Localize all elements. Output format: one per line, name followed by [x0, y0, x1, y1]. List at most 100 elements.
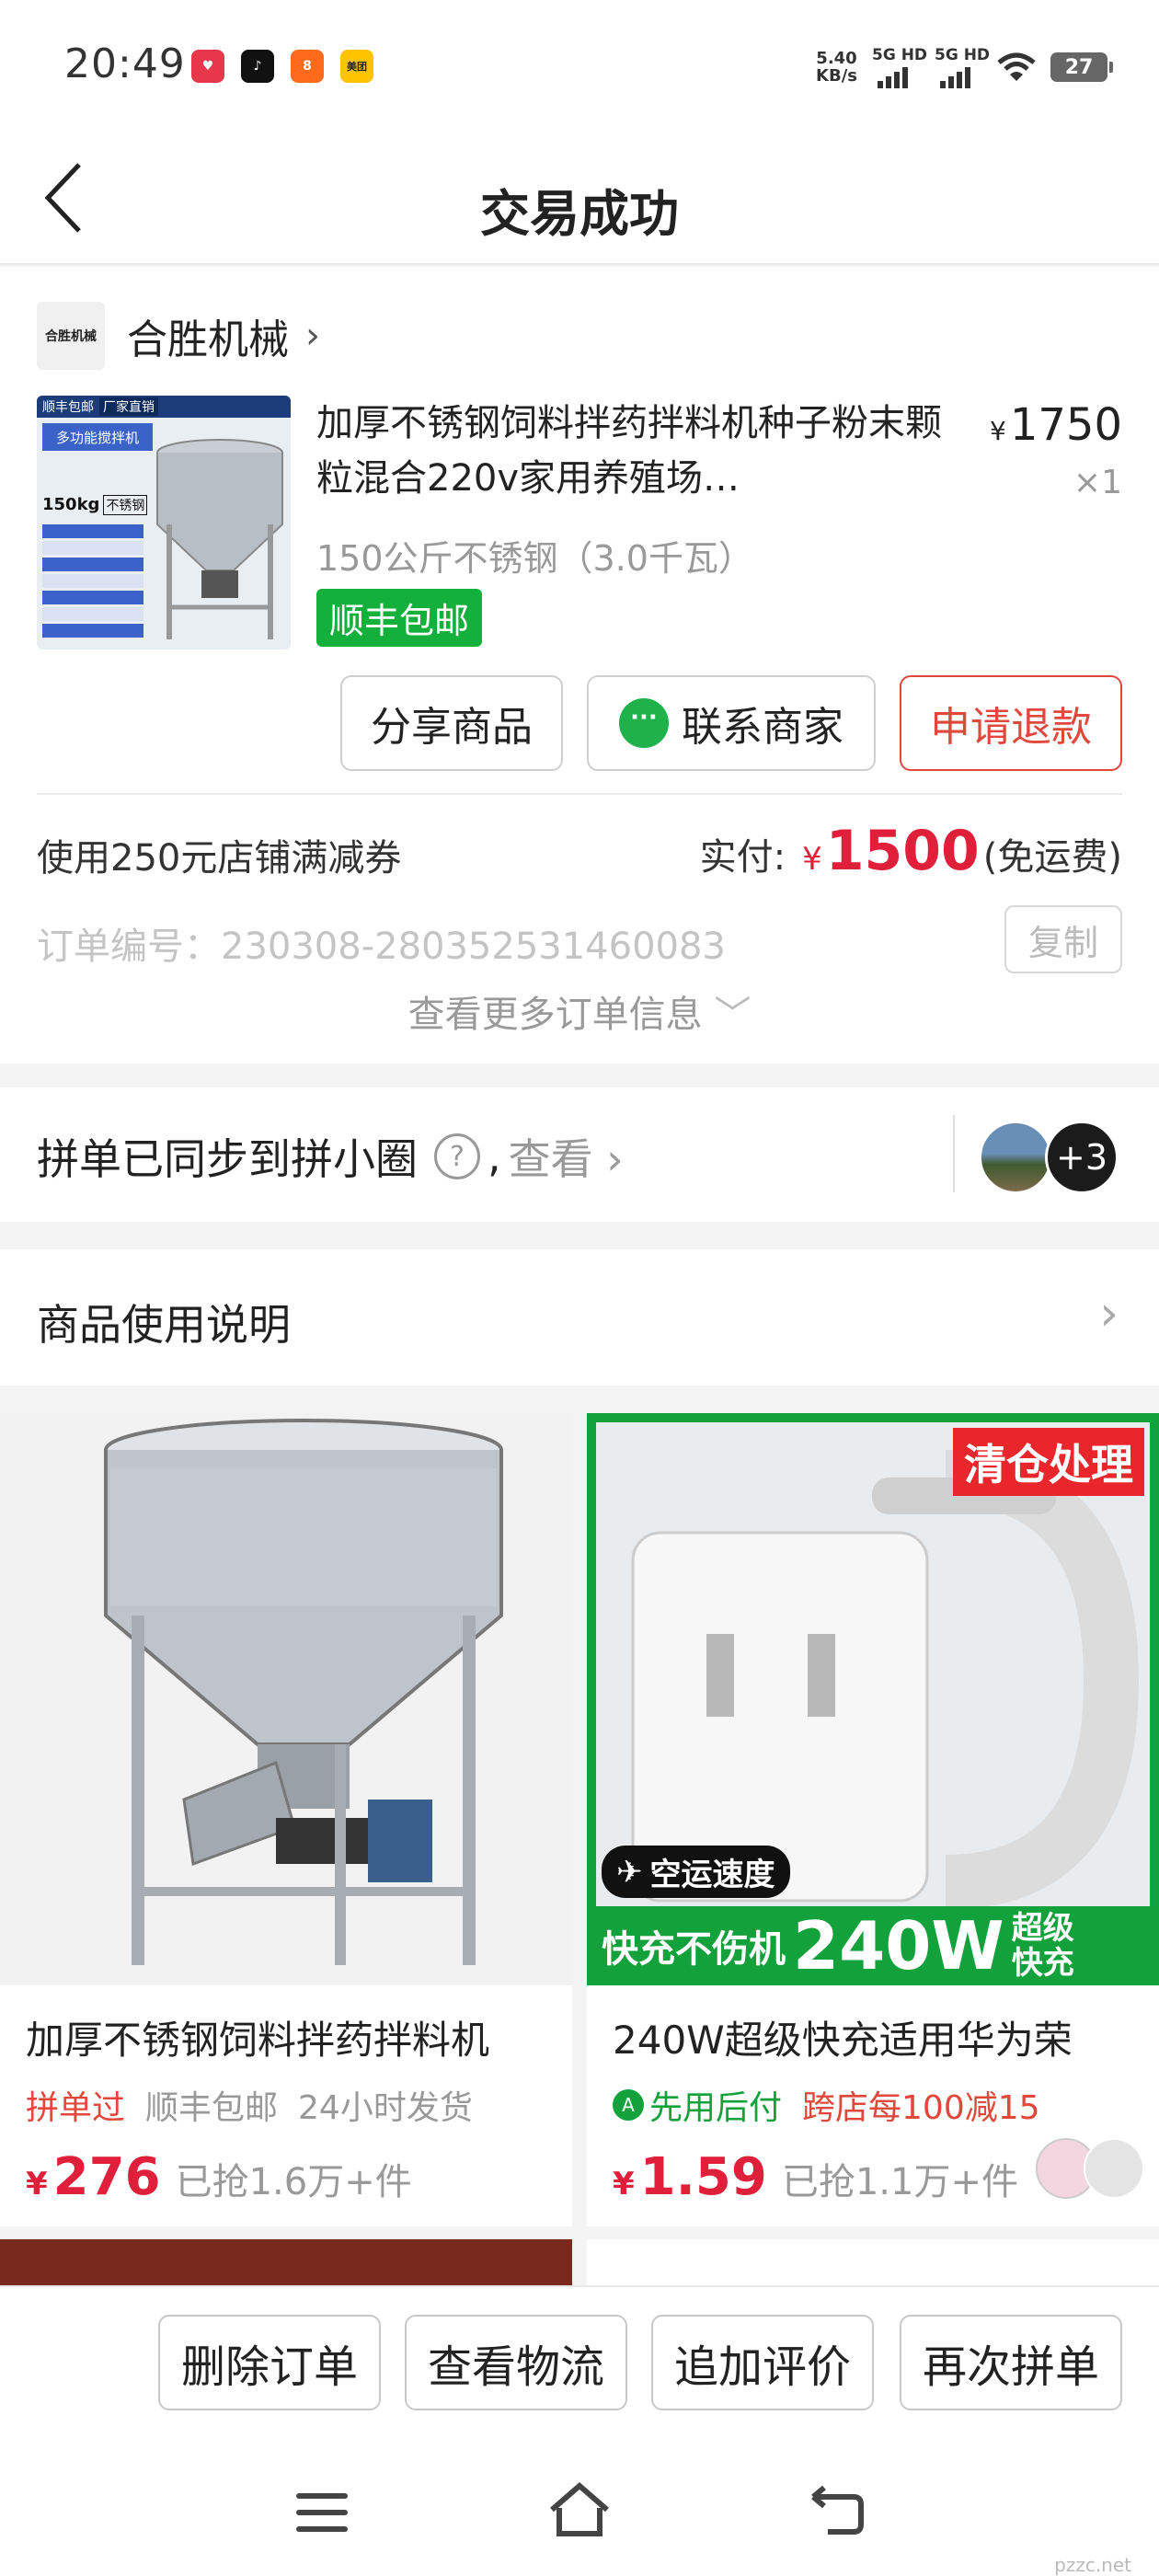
order-card: 合胜机械 合胜机械 › 顺丰包邮 厂家直销 多功能搅拌机 150kg 不锈钢 加…	[0, 267, 1159, 1064]
sync-view-label: 查看	[508, 1134, 593, 1184]
sync-text: 拼单已同步到拼小圈	[37, 1134, 418, 1184]
meituan-icon: 美团	[340, 50, 373, 83]
recommend-card-mixer[interactable]: 加厚不锈钢饲料拌药拌料机 拼单过 顺丰包邮 24小时发货 ¥ 276 已抢1.6…	[0, 1413, 572, 2226]
view-logistics-button[interactable]: 查看物流	[405, 2315, 627, 2410]
paid-value: 1500	[825, 819, 980, 883]
price-value: 276	[52, 2147, 161, 2207]
more-avatars-count[interactable]: +3	[1045, 1121, 1119, 1194]
question-icon[interactable]: ?	[434, 1133, 480, 1179]
share-button[interactable]: 分享商品	[340, 675, 563, 771]
sync-view-link[interactable]: 查看 ›	[509, 1126, 624, 1187]
clearance-banner: 清仓处理	[953, 1428, 1144, 1496]
shop-link[interactable]: 合胜机械 合胜机械 ›	[37, 302, 320, 370]
thumb-banner: 顺丰包邮 厂家直销	[37, 396, 291, 418]
signal-2: 5G HD	[935, 46, 990, 88]
more-order-info[interactable]: 查看更多订单信息 ﹀	[0, 984, 1159, 1038]
tiktok-icon: ♪	[241, 50, 274, 83]
add-review-button[interactable]: 追加评价	[651, 2315, 874, 2410]
speed-value: 5.40	[816, 49, 857, 68]
recommend-tags: A 先用后付 跨店每100减15	[613, 2081, 1040, 2129]
tag-ships-24h: 24小时发货	[298, 2089, 473, 2127]
price-value: 1750	[1009, 399, 1122, 451]
order-number: 订单编号：230308-280352531460083	[37, 926, 726, 968]
mixer-drawing	[104, 1419, 503, 1965]
battery-icon: 27	[1050, 52, 1113, 82]
banner-fast: 快充	[1011, 1945, 1074, 1982]
tag-cross-shop-discount: 跨店每100减15	[802, 2089, 1040, 2127]
back-icon[interactable]	[809, 2484, 865, 2539]
thumb-label-shipping: 顺丰包邮	[42, 400, 94, 415]
paid-symbol: ¥	[802, 841, 822, 878]
reorder-button[interactable]: 再次拼单	[900, 2315, 1122, 2410]
thumb-label-capacity: 150kg	[42, 495, 100, 514]
recommend-title: 加厚不锈钢饲料拌药拌料机	[26, 2018, 490, 2063]
product-title[interactable]: 加厚不锈钢饲料拌药拌料机种子粉末颗粒混合220v家用养殖场…	[316, 396, 942, 506]
page-title: 交易成功	[480, 185, 679, 243]
app-icon-orange: 8	[291, 50, 324, 83]
product-price-col: ¥1750 ×1	[990, 399, 1122, 501]
watermark: pzzc.net	[1054, 2554, 1131, 2576]
price-symbol: ¥	[613, 2166, 635, 2202]
paid-label: 实付:	[699, 836, 786, 879]
recommend-card-partial[interactable]	[0, 2239, 572, 2285]
recommend-price: ¥ 276 已抢1.6万+件	[26, 2147, 412, 2207]
banner-super: 超级	[1011, 1910, 1074, 1947]
thumb-label-mixer: 多功能搅拌机	[42, 423, 153, 451]
banner-watt: 240W	[793, 1907, 1004, 1984]
status-right: 5.40 KB/s 5G HD 5G HD 27	[816, 46, 1113, 88]
app-icon-red: ♥	[191, 50, 224, 83]
sync-comma: ,	[488, 1132, 501, 1181]
avatar[interactable]	[979, 1121, 1052, 1194]
airplane-icon: ✈	[616, 1853, 643, 1891]
usage-label: 商品使用说明	[37, 1300, 291, 1350]
divider	[37, 793, 1122, 795]
chevron-right-icon: ›	[606, 1134, 624, 1184]
signal-2-label: 5G HD	[935, 46, 991, 64]
paid-note: (免运费)	[982, 836, 1122, 879]
refund-button[interactable]: 申请退款	[900, 675, 1122, 771]
chevron-right-icon: ›	[1099, 1286, 1119, 1341]
coupon-text: 使用250元店铺满减券	[37, 837, 402, 880]
page-header: 交易成功	[0, 138, 1159, 265]
product-spec: 150公斤不锈钢（3.0千瓦）	[316, 538, 753, 579]
status-bar: 20:49 ♥ ♪ 8 美团 5.40 KB/s 5G HD 5G HD 27	[0, 0, 1159, 138]
contact-label: 联系商家	[682, 704, 843, 751]
shop-logo: 合胜机械	[37, 302, 105, 370]
signal-1-label: 5G HD	[872, 46, 928, 64]
network-speed: 5.40 KB/s	[816, 50, 857, 85]
pay-later-label: 先用后付	[649, 2089, 783, 2127]
sold-count: 已抢1.6万+件	[175, 2161, 412, 2203]
home-icon[interactable]	[546, 2480, 613, 2539]
status-time: 20:49	[64, 40, 186, 87]
status-app-icons: ♥ ♪ 8 美团	[191, 50, 373, 83]
recommend-image-charger: 清仓处理 ✈ 空运速度 快充不伤机 240W 超级 快充	[587, 1413, 1159, 1985]
thumb-label-direct: 厂家直销	[99, 397, 158, 416]
shipping-tag: 顺丰包邮	[316, 589, 483, 647]
air-speed-label: 空运速度	[649, 1857, 775, 1893]
delete-order-button[interactable]: 删除订单	[158, 2315, 381, 2410]
refund-label: 申请退款	[930, 704, 1092, 751]
chevron-right-icon: ›	[305, 315, 320, 357]
recommend-card-partial[interactable]	[587, 2239, 1159, 2285]
contact-seller-button[interactable]: 联系商家	[587, 675, 876, 771]
price-symbol: ¥	[26, 2166, 48, 2202]
tag-ordered-before: 拼单过	[26, 2089, 126, 2127]
recommend-tags: 拼单过 顺丰包邮 24小时发货	[26, 2081, 473, 2129]
recommend-price: ¥ 1.59 已抢1.1万+件	[613, 2147, 1018, 2207]
usage-row[interactable]: 商品使用说明 ›	[0, 1249, 1159, 1386]
price-value: 1.59	[639, 2147, 767, 2207]
sync-text-row: 拼单已同步到拼小圈 ? , 查看 ›	[37, 1126, 624, 1187]
chevron-down-icon: ﹀	[714, 994, 752, 1036]
signal-1-bars	[878, 67, 908, 88]
product-thumbnail[interactable]: 顺丰包邮 厂家直销 多功能搅拌机 150kg 不锈钢	[37, 396, 291, 650]
recommend-image-mixer	[0, 1413, 572, 1985]
signal-1: 5G HD	[872, 46, 927, 88]
bottom-action-bar: 删除订单 查看物流 追加评价 再次拼单	[0, 2285, 1159, 2456]
recommend-card-charger[interactable]: 清仓处理 ✈ 空运速度 快充不伤机 240W 超级 快充 240W超级快充适用华…	[587, 1413, 1159, 2226]
air-speed-badge: ✈ 空运速度	[602, 1846, 790, 1898]
copy-button[interactable]: 复制	[1004, 905, 1122, 973]
menu-icon[interactable]	[296, 2493, 348, 2543]
sync-row[interactable]: 拼单已同步到拼小圈 ? , 查看 › +3	[0, 1087, 1159, 1222]
charger-photo	[596, 1422, 1150, 1914]
charger-bottom-banner: 快充不伤机 240W 超级 快充	[587, 1906, 1159, 1985]
